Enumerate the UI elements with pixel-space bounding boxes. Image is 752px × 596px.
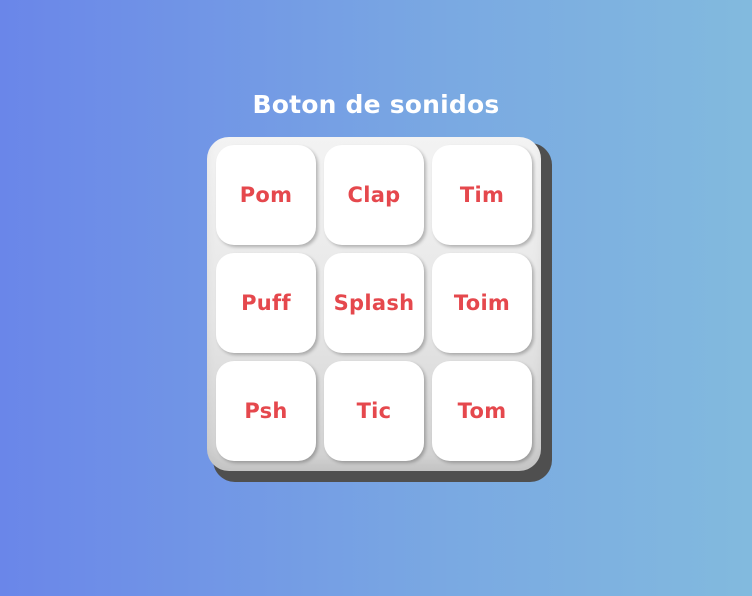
sound-button-label: Tom	[457, 399, 507, 423]
sound-button-toim[interactable]: Toim	[432, 253, 532, 353]
sound-button-psh[interactable]: Psh	[216, 361, 316, 461]
sound-button-puff[interactable]: Puff	[216, 253, 316, 353]
sound-button-label: Tim	[459, 183, 505, 207]
sound-button-label: Pom	[239, 183, 293, 207]
sound-button-tom[interactable]: Tom	[432, 361, 532, 461]
sound-button-clap[interactable]: Clap	[324, 145, 424, 245]
sound-button-pom[interactable]: Pom	[216, 145, 316, 245]
sound-button-grid: Pom Clap Tim Puff Splash Toim Psh Tic To…	[216, 145, 532, 461]
sound-button-label: Psh	[244, 399, 288, 423]
sound-button-splash[interactable]: Splash	[324, 253, 424, 353]
sound-button-label: Splash	[333, 291, 415, 315]
sound-pad: Pom Clap Tim Puff Splash Toim Psh Tic To…	[207, 137, 541, 471]
sound-button-tic[interactable]: Tic	[324, 361, 424, 461]
sound-button-label: Toim	[453, 291, 511, 315]
sound-button-label: Clap	[347, 183, 401, 207]
sound-button-tim[interactable]: Tim	[432, 145, 532, 245]
page-title: Boton de sonidos	[252, 90, 500, 119]
sound-button-label: Puff	[241, 291, 291, 315]
sound-button-label: Tic	[356, 399, 392, 423]
